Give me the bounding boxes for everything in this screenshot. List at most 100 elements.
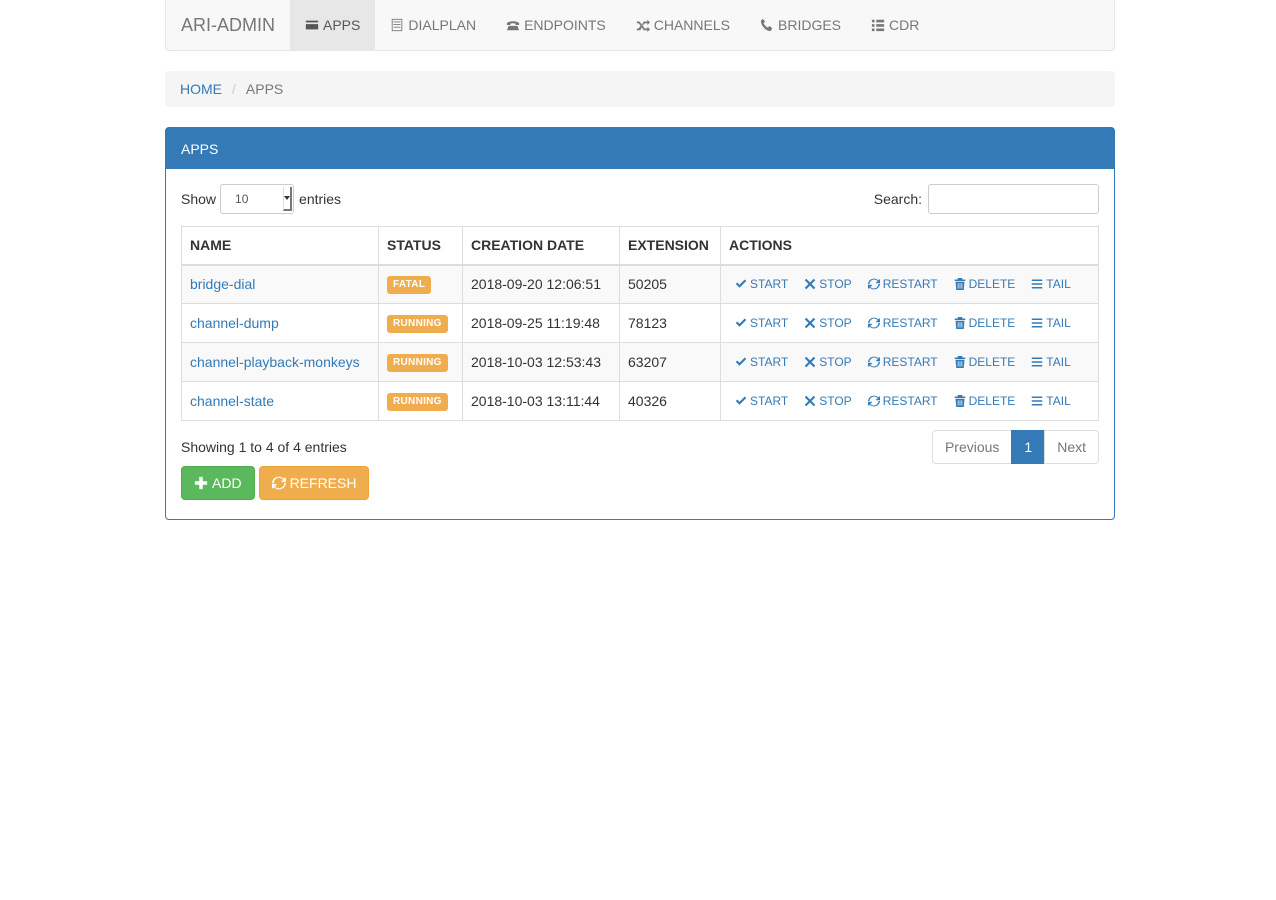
breadcrumb: HOME / APPS [165, 71, 1115, 107]
cell-creation-date: 2018-10-03 12:53:43 [462, 342, 620, 382]
column-extension[interactable]: EXTENSION [619, 226, 721, 266]
nav-dialplan[interactable]: DIALPLAN [375, 0, 491, 50]
column-status[interactable]: STATUS [378, 226, 463, 266]
column-actions: ACTIONS [720, 226, 1099, 266]
random-icon [636, 19, 650, 32]
restart-action-label: RESTART [882, 394, 938, 408]
cell-actions: START STOP RESTART DELETE TAIL [720, 342, 1099, 382]
start-action-label: START [750, 394, 789, 408]
cell-status: RUNNING [378, 381, 463, 421]
add-button[interactable]: ADD [181, 466, 255, 500]
tail-action[interactable]: TAIL [1031, 316, 1071, 330]
start-action-label: START [750, 355, 789, 369]
chevron-down-icon [283, 187, 293, 211]
delete-action-label: DELETE [968, 316, 1016, 330]
remove-icon [804, 279, 816, 290]
previous-page-button[interactable]: Previous [931, 430, 1013, 464]
column-name[interactable]: NAME [181, 226, 379, 266]
remove-icon [804, 395, 816, 407]
nav-endpoints[interactable]: ENDPOINTS [491, 0, 621, 50]
refresh-icon [867, 356, 880, 368]
tail-action-label: TAIL [1046, 355, 1071, 369]
start-action-label: START [750, 277, 789, 292]
restart-action[interactable]: RESTART [867, 355, 938, 369]
list-alt-icon [392, 18, 403, 32]
list-icon [1032, 279, 1043, 289]
delete-action[interactable]: DELETE [954, 316, 1016, 330]
refresh-icon [867, 395, 880, 407]
search-input[interactable] [928, 184, 1099, 214]
check-icon [735, 279, 747, 288]
cell-extension: 78123 [619, 303, 721, 343]
breadcrumb-current: APPS [245, 81, 284, 97]
breadcrumb-separator: / [232, 81, 236, 97]
nav-bridges[interactable]: BRIDGES [745, 0, 856, 50]
refresh-button[interactable]: REFRESH [258, 466, 370, 500]
start-action-label: START [750, 316, 789, 330]
delete-action[interactable]: DELETE [954, 277, 1015, 291]
stop-action[interactable]: STOP [804, 316, 852, 330]
tail-action-label: TAIL [1046, 394, 1071, 408]
refresh-icon [271, 476, 286, 490]
start-action[interactable]: START [735, 394, 788, 408]
page-length-value: 10 [235, 192, 249, 206]
start-action[interactable]: START [735, 277, 788, 291]
remove-icon [804, 317, 816, 329]
delete-action[interactable]: DELETE [954, 394, 1015, 408]
next-page-button[interactable]: Next [1044, 430, 1099, 464]
cell-status: RUNNING [378, 303, 463, 343]
start-action[interactable]: START [735, 355, 788, 369]
nav-cdr-label: CDR [889, 17, 920, 33]
page-length-select[interactable]: 10 [220, 184, 295, 214]
tail-action[interactable]: TAIL [1031, 277, 1071, 291]
cell-creation-date: 2018-10-03 13:11:44 [462, 381, 620, 421]
tail-action-label: TAIL [1046, 316, 1071, 330]
remove-icon [804, 356, 816, 368]
pagination: Previous 1 Next [931, 430, 1099, 464]
restart-action[interactable]: RESTART [867, 316, 938, 330]
nav-bridges-label: BRIDGES [778, 17, 842, 33]
search-label: Search: [873, 191, 922, 207]
phone-icon [760, 18, 773, 32]
cell-creation-date: 2018-09-20 12:06:51 [462, 264, 620, 304]
list-icon [1032, 357, 1043, 367]
brand[interactable]: ARI-ADMIN [166, 0, 290, 50]
refresh-button-label: REFRESH [289, 475, 357, 491]
app-name-link[interactable]: channel-state [190, 393, 274, 409]
app-name-link[interactable]: channel-playback-monkeys [190, 354, 360, 370]
trash-icon [954, 317, 965, 329]
phone-alt-icon [506, 21, 520, 31]
stop-action[interactable]: STOP [804, 355, 852, 369]
status-badge: FATAL [387, 276, 432, 295]
stop-action-label: STOP [819, 355, 852, 369]
refresh-icon [867, 317, 880, 329]
table-info: Showing 1 to 4 of 4 entries [181, 439, 347, 455]
nav-channels[interactable]: CHANNELS [621, 0, 745, 50]
cell-status: RUNNING [378, 342, 463, 382]
cell-extension: 40326 [619, 381, 721, 421]
panel-title: APPS [166, 128, 1114, 169]
breadcrumb-home[interactable]: HOME [180, 81, 222, 97]
start-action[interactable]: START [735, 316, 788, 330]
tail-action[interactable]: TAIL [1031, 394, 1071, 408]
add-button-label: ADD [212, 475, 242, 491]
app-name-link[interactable]: channel-dump [190, 315, 279, 331]
show-label: Show [181, 191, 217, 207]
app-name-link[interactable]: bridge-dial [190, 276, 255, 292]
page-1-button[interactable]: 1 [1011, 430, 1046, 464]
stop-action[interactable]: STOP [804, 394, 852, 408]
tail-action[interactable]: TAIL [1031, 355, 1071, 369]
table-row: channel-dump RUNNING 2018-09-25 11:19:48 78… [181, 303, 1099, 343]
restart-action[interactable]: RESTART [867, 394, 938, 408]
stop-action-label: STOP [819, 277, 852, 292]
table-row: channel-state RUNNING 2018-10-03 13:11:44 4… [181, 381, 1099, 421]
stop-action[interactable]: STOP [804, 277, 852, 292]
delete-action[interactable]: DELETE [954, 355, 1015, 369]
cell-name: channel-dump [181, 303, 379, 343]
trash-icon [954, 356, 965, 368]
cell-status: FATAL [378, 264, 463, 304]
column-creation-date[interactable]: CREATION DATE [462, 226, 620, 266]
nav-apps[interactable]: APPS [290, 0, 376, 50]
nav-cdr[interactable]: CDR [856, 0, 934, 50]
restart-action[interactable]: RESTART [867, 277, 938, 291]
